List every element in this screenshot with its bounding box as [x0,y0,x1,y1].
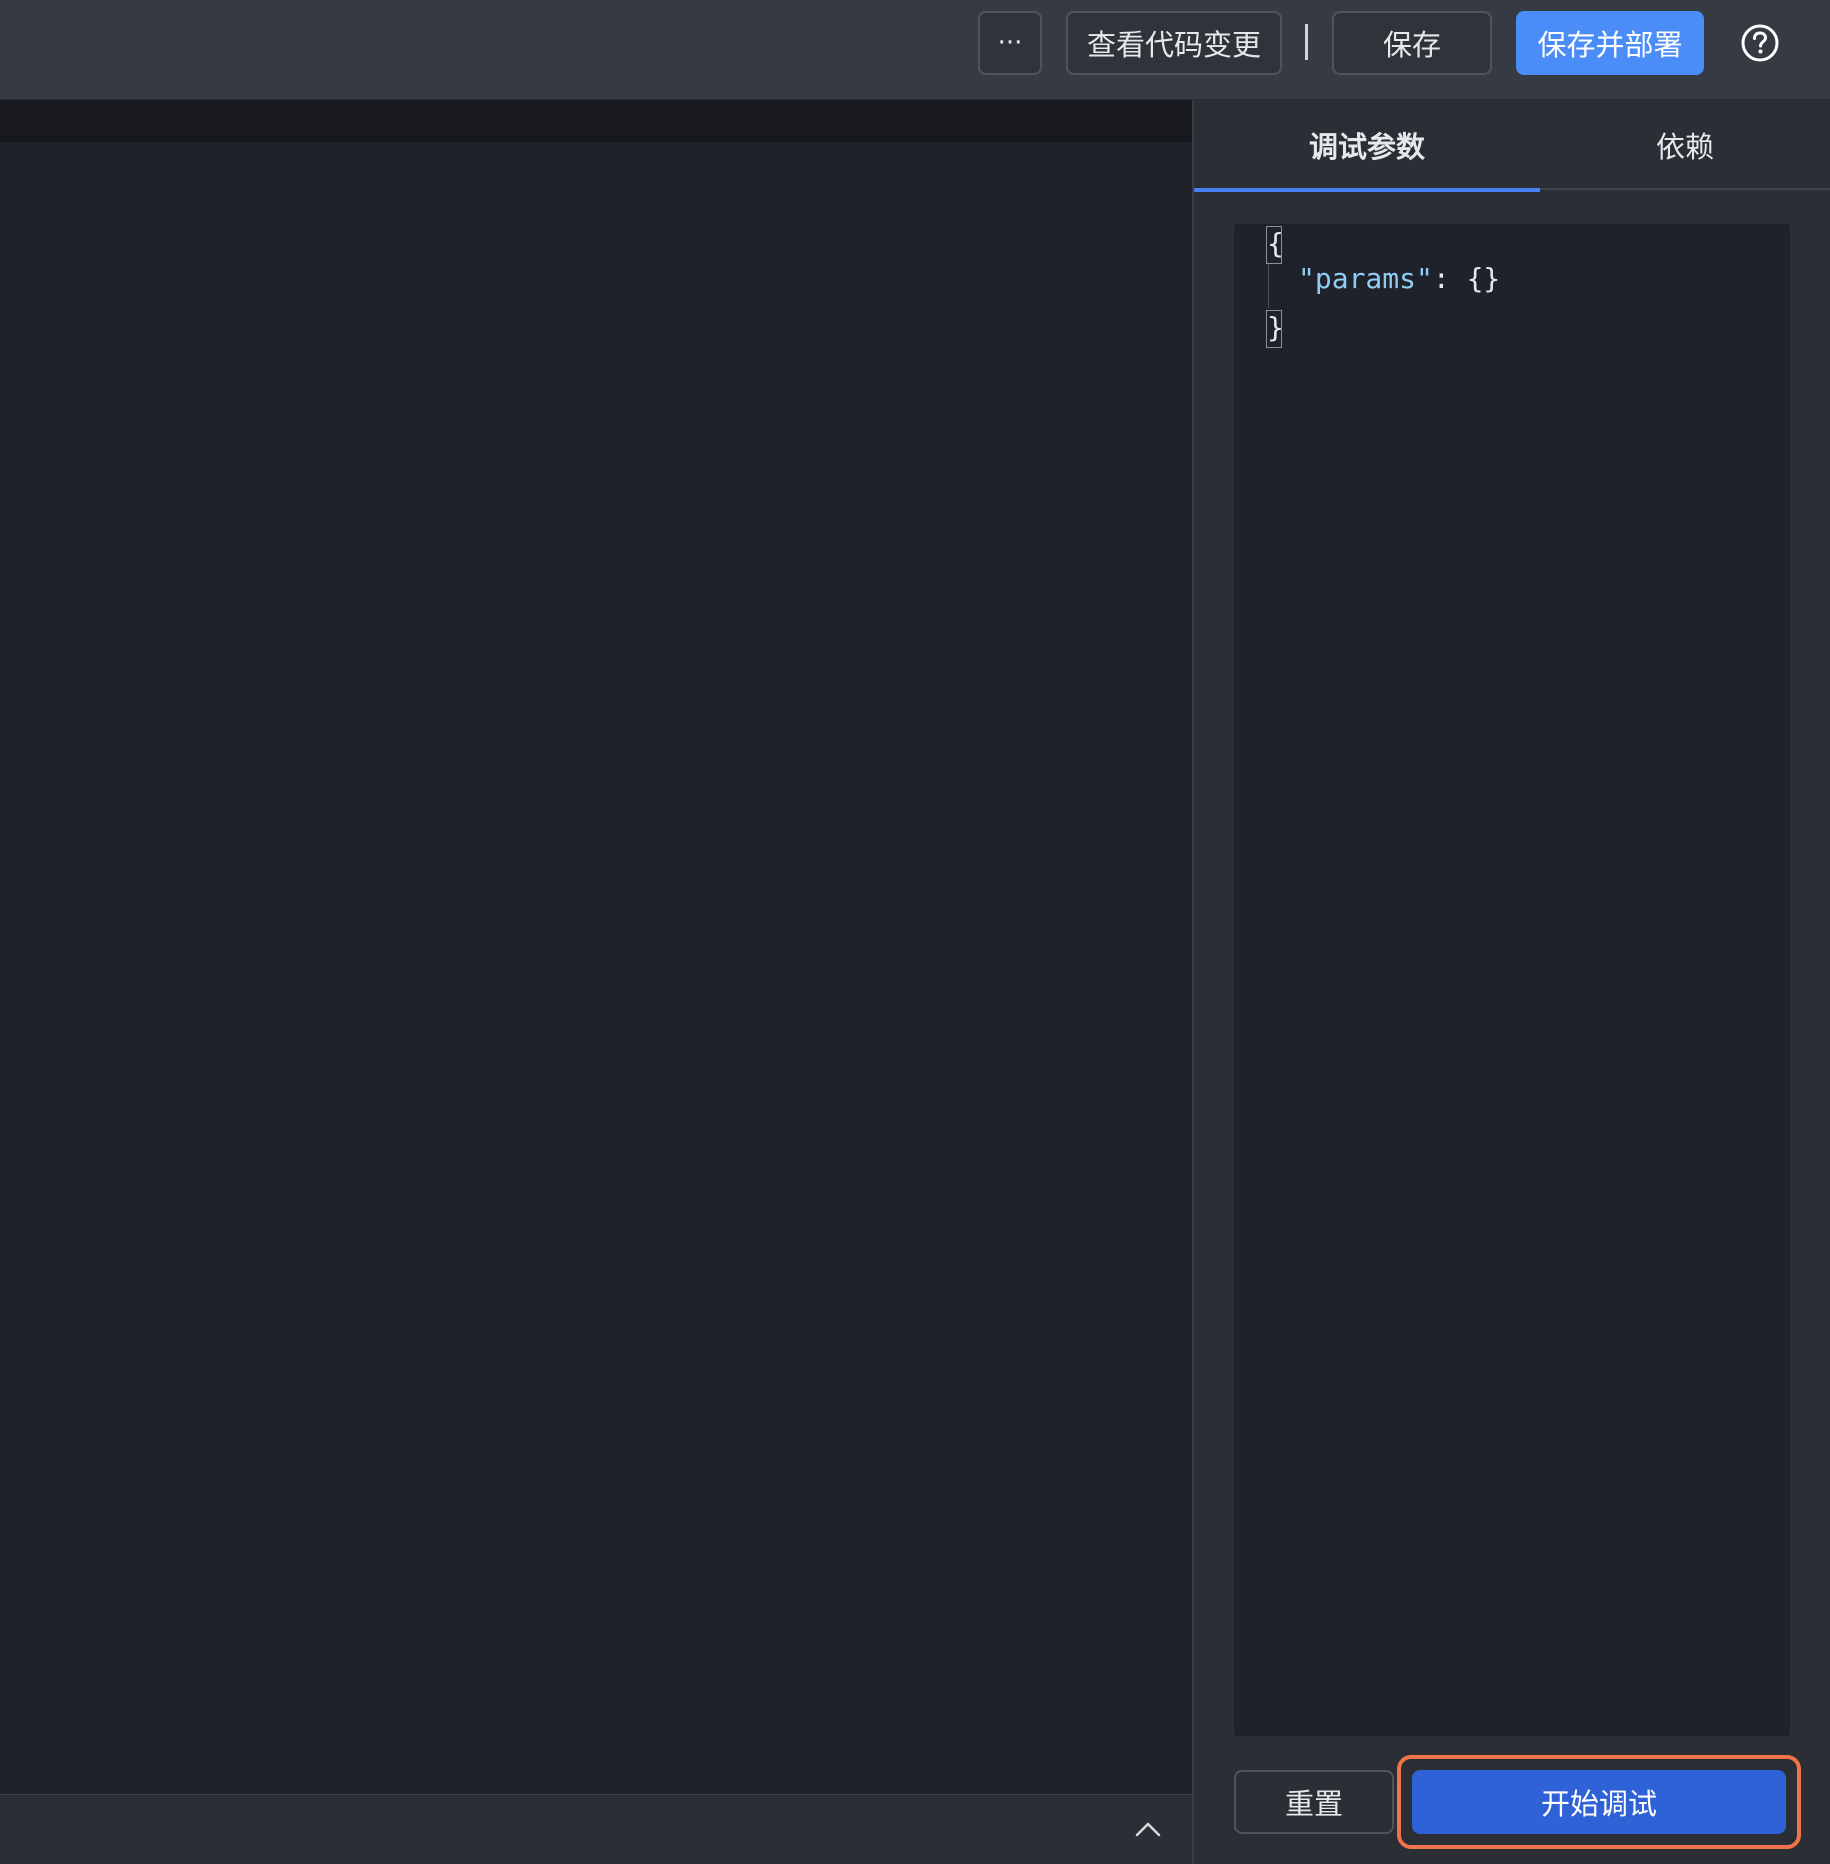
more-options-button[interactable]: ··· [978,11,1042,75]
json-separator: : [1432,262,1467,295]
toolbar-divider [1305,24,1308,60]
save-and-deploy-button[interactable]: 保存并部署 [1516,11,1704,75]
json-key: "params" [1298,262,1433,295]
chevron-up-icon[interactable] [1132,1817,1164,1841]
start-debug-button[interactable]: 开始调试 [1412,1770,1786,1834]
debug-panel: 调试参数 依赖 { "params": {} } 重置 开始调试 [1194,100,1830,1864]
code-editor-area[interactable] [0,100,1192,1864]
close-brace: } [1266,310,1284,348]
debug-params-editor[interactable]: { "params": {} } [1234,224,1790,1736]
help-icon[interactable] [1740,23,1780,63]
tab-debug-params[interactable]: 调试参数 [1194,100,1540,192]
view-code-changes-button[interactable]: 查看代码变更 [1066,11,1282,75]
indent-guide [1268,264,1269,308]
editor-tab-strip [0,100,1192,142]
top-toolbar: ··· 查看代码变更 保存 保存并部署 [0,0,1830,100]
editor-bottom-bar [0,1794,1192,1864]
panel-tabs: 调试参数 依赖 [1194,100,1830,192]
tab-dependencies[interactable]: 依赖 [1540,100,1830,190]
reset-button[interactable]: 重置 [1234,1770,1394,1834]
save-button[interactable]: 保存 [1332,11,1492,75]
json-value: {} [1466,262,1501,295]
code-line-params: "params": {} [1298,258,1500,300]
open-brace: { [1266,226,1284,264]
